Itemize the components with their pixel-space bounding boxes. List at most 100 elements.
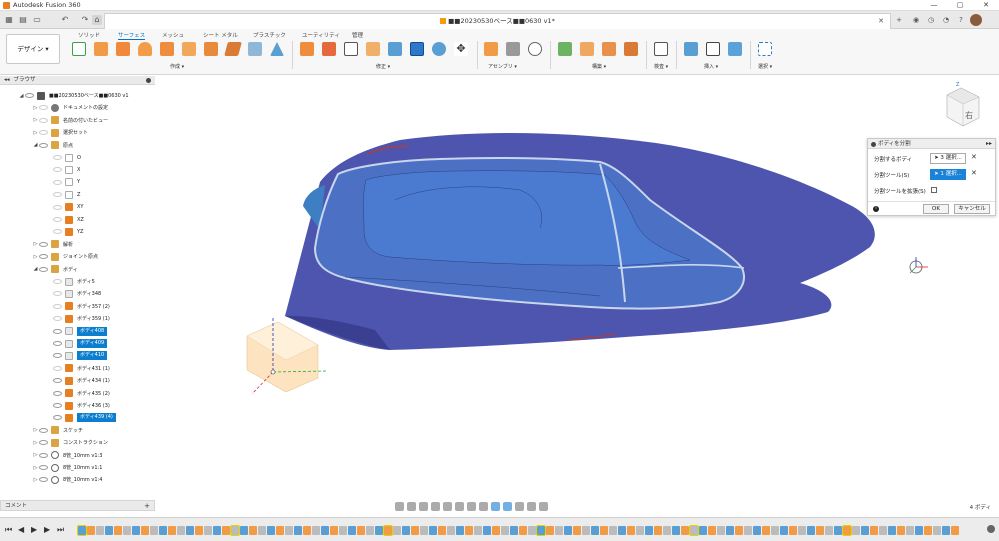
- timeline-feature-icon[interactable]: [114, 525, 122, 535]
- environment-icon[interactable]: [515, 501, 524, 511]
- stitch-icon[interactable]: [388, 42, 402, 56]
- visibility-eye-icon[interactable]: [53, 365, 62, 371]
- timeline-feature-icon[interactable]: [159, 525, 167, 535]
- expand-toggle-icon[interactable]: ▷: [32, 241, 39, 247]
- browser-item[interactable]: ▷ スケッチ: [32, 425, 83, 436]
- timeline-feature-icon[interactable]: [321, 525, 329, 535]
- timeline-feature-icon[interactable]: [708, 525, 716, 535]
- browser-item[interactable]: Y: [46, 177, 80, 188]
- expand-toggle-icon[interactable]: ▷: [32, 465, 39, 471]
- inspect-menu[interactable]: 検査 ▾: [654, 63, 668, 70]
- timeline-feature-icon[interactable]: [762, 525, 770, 535]
- fit-icon[interactable]: [443, 501, 452, 511]
- browser-item[interactable]: XZ: [46, 214, 84, 225]
- visibility-eye-icon[interactable]: [39, 465, 48, 470]
- expand-toggle-icon[interactable]: ▷: [32, 254, 39, 260]
- timeline-play-icon[interactable]: ▶: [31, 525, 37, 534]
- timeline-feature-icon[interactable]: [555, 525, 563, 535]
- tab-manage[interactable]: 管理: [352, 31, 363, 39]
- browser-item[interactable]: ▷ 解析: [32, 239, 73, 250]
- visibility-eye-icon[interactable]: [53, 204, 62, 210]
- new-component-icon[interactable]: [484, 42, 498, 56]
- visibility-eye-icon[interactable]: [39, 427, 48, 433]
- timeline-feature-icon[interactable]: [519, 525, 527, 535]
- browser-item[interactable]: ボディ431 (1): [46, 363, 110, 374]
- visibility-eye-icon[interactable]: [39, 130, 48, 136]
- browser-item[interactable]: X: [46, 164, 80, 175]
- timeline-feature-icon[interactable]: [798, 525, 806, 535]
- timeline-feature-icon[interactable]: [402, 525, 410, 535]
- extrude-icon[interactable]: [94, 42, 108, 56]
- create-sketch-icon[interactable]: [72, 42, 86, 56]
- expand-toggle-icon[interactable]: ▷: [32, 477, 39, 483]
- timeline-feature-icon[interactable]: [77, 524, 87, 536]
- browser-item[interactable]: ▷ 名前の付いたビュー: [32, 115, 108, 126]
- browser-item[interactable]: ▷ 8管_10mm v1:3: [32, 450, 102, 461]
- thicken-icon[interactable]: [248, 42, 262, 56]
- expand-toggle-icon[interactable]: ▷: [32, 427, 39, 433]
- timeline-feature-icon[interactable]: [528, 525, 536, 535]
- viewcube[interactable]: 右 Z: [946, 82, 980, 127]
- browser-collapse-icon[interactable]: ◂◂: [4, 77, 10, 83]
- insert-mesh-icon[interactable]: [706, 42, 720, 56]
- browser-header[interactable]: ◂◂ ブラウザ: [0, 76, 155, 85]
- timeline-feature-icon[interactable]: [303, 525, 311, 535]
- tab-mesh[interactable]: メッシュ: [162, 31, 184, 39]
- timeline-feature-icon[interactable]: [510, 525, 518, 535]
- timeline-feature-icon[interactable]: [357, 525, 365, 535]
- timeline-feature-icon[interactable]: [536, 524, 546, 536]
- timeline-feature-icon[interactable]: [249, 525, 257, 535]
- look-at-icon[interactable]: [407, 501, 416, 511]
- timeline-last-icon[interactable]: ⏭: [57, 525, 64, 535]
- extend-tools-checkbox[interactable]: [931, 187, 937, 193]
- visibility-eye-icon[interactable]: [53, 403, 62, 408]
- offset-plane-icon[interactable]: [558, 42, 572, 56]
- orbit-icon[interactable]: [395, 501, 404, 511]
- timeline-feature-icon[interactable]: [627, 525, 635, 535]
- browser-item[interactable]: ボディ5: [46, 276, 95, 287]
- plane-at-angle-icon[interactable]: [580, 42, 594, 56]
- timeline-feature-icon[interactable]: [834, 525, 842, 535]
- object-visibility-icon[interactable]: [539, 501, 548, 511]
- visibility-eye-icon[interactable]: [53, 229, 62, 235]
- timeline-feature-icon[interactable]: [105, 525, 113, 535]
- fillet-icon[interactable]: [300, 42, 314, 56]
- timeline-feature-icon[interactable]: [744, 525, 752, 535]
- insert-menu[interactable]: 挿入 ▾: [704, 63, 718, 70]
- visibility-eye-icon[interactable]: [53, 279, 62, 284]
- patch-icon[interactable]: [182, 42, 196, 56]
- browser-item[interactable]: ▷ 選択セット: [32, 127, 88, 138]
- browser-item[interactable]: ボディ409: [46, 338, 108, 349]
- dialog-header[interactable]: ボディを分割 ▸▸: [868, 139, 995, 149]
- help-icon[interactable]: ?: [955, 14, 967, 26]
- visibility-eye-icon[interactable]: [53, 328, 62, 334]
- visibility-eye-icon[interactable]: [39, 142, 48, 148]
- timeline-feature-icon[interactable]: [924, 525, 932, 535]
- timeline-feature-icon[interactable]: [87, 525, 95, 535]
- surface-body[interactable]: [285, 132, 875, 350]
- trim-icon[interactable]: [344, 42, 358, 56]
- timeline-feature-icon[interactable]: [645, 525, 653, 535]
- document-tab[interactable]: ■■20230530ベース■■0630 v1* ✕: [104, 13, 891, 29]
- timeline-feature-icon[interactable]: [141, 525, 149, 535]
- browser-item[interactable]: ▷ 8管_10mm v1:4: [32, 474, 102, 485]
- visibility-eye-icon[interactable]: [39, 440, 48, 446]
- timeline-settings-icon[interactable]: [987, 525, 995, 533]
- visibility-eye-icon[interactable]: [39, 477, 48, 483]
- tab-sheet-metal[interactable]: シート メタル: [203, 31, 238, 39]
- assemble-menu[interactable]: アセンブリ ▾: [488, 63, 517, 70]
- timeline-feature-icon[interactable]: [870, 525, 878, 535]
- timeline-feature-icon[interactable]: [456, 525, 464, 535]
- visibility-eye-icon[interactable]: [53, 415, 62, 421]
- browser-item[interactable]: ▷ コンストラクション: [32, 437, 108, 448]
- timeline-feature-icon[interactable]: [618, 525, 626, 535]
- visibility-eye-icon[interactable]: [39, 117, 48, 123]
- expand-toggle-icon[interactable]: ▷: [32, 117, 39, 123]
- browser-item[interactable]: ▷ 8管_10mm v1:1: [32, 462, 102, 473]
- timeline-feature-icon[interactable]: [285, 525, 293, 535]
- timeline-feature-icon[interactable]: [339, 525, 347, 535]
- save-icon[interactable]: ▭: [32, 15, 42, 25]
- timeline-feature-icon[interactable]: [825, 525, 833, 535]
- comments-bar[interactable]: コメント +: [0, 500, 155, 511]
- expand-toggle-icon[interactable]: ▷: [32, 105, 39, 111]
